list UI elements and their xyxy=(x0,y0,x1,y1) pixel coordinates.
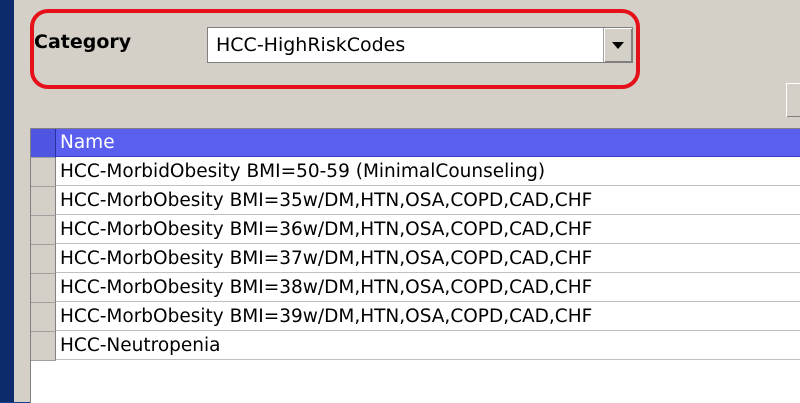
grid-header-row: Name xyxy=(31,129,800,158)
side-button[interactable] xyxy=(786,83,800,117)
table-cell-name[interactable]: HCC-MorbObesity BMI=35w/DM,HTN,OSA,COPD,… xyxy=(56,187,800,215)
table-row[interactable]: HCC-Neutropenia xyxy=(31,332,800,361)
table-row[interactable]: HCC-MorbidObesity BMI=50-59 (MinimalCoun… xyxy=(31,158,800,187)
callout-highlight-ellipse xyxy=(30,9,640,89)
table-row[interactable]: HCC-MorbObesity BMI=39w/DM,HTN,OSA,COPD,… xyxy=(31,303,800,332)
row-indicator[interactable] xyxy=(31,245,56,274)
row-indicator[interactable] xyxy=(31,216,56,245)
table-row[interactable]: HCC-MorbObesity BMI=37w/DM,HTN,OSA,COPD,… xyxy=(31,245,800,274)
row-indicator[interactable] xyxy=(31,332,56,361)
row-indicator[interactable] xyxy=(31,303,56,332)
table-cell-name[interactable]: HCC-MorbObesity BMI=38w/DM,HTN,OSA,COPD,… xyxy=(56,274,800,302)
table-cell-name[interactable]: HCC-MorbObesity BMI=39w/DM,HTN,OSA,COPD,… xyxy=(56,303,800,331)
table-row[interactable]: HCC-MorbObesity BMI=38w/DM,HTN,OSA,COPD,… xyxy=(31,274,800,303)
column-header-name[interactable]: Name xyxy=(56,129,800,157)
table-cell-name[interactable]: HCC-MorbObesity BMI=37w/DM,HTN,OSA,COPD,… xyxy=(56,245,800,273)
row-indicator[interactable] xyxy=(31,158,56,187)
table-cell-name[interactable]: HCC-MorbObesity BMI=36w/DM,HTN,OSA,COPD,… xyxy=(56,216,800,244)
table-row[interactable]: HCC-MorbObesity BMI=36w/DM,HTN,OSA,COPD,… xyxy=(31,216,800,245)
name-grid: Name HCC-MorbidObesity BMI=50-59 (Minima… xyxy=(30,128,800,403)
row-indicator[interactable] xyxy=(31,187,56,216)
table-row[interactable]: HCC-MorbObesity BMI=35w/DM,HTN,OSA,COPD,… xyxy=(31,187,800,216)
row-indicator[interactable] xyxy=(31,274,56,303)
table-cell-name[interactable]: HCC-Neutropenia xyxy=(56,332,800,360)
table-cell-name[interactable]: HCC-MorbidObesity BMI=50-59 (MinimalCoun… xyxy=(56,158,800,186)
header-row-indicator xyxy=(31,129,56,158)
